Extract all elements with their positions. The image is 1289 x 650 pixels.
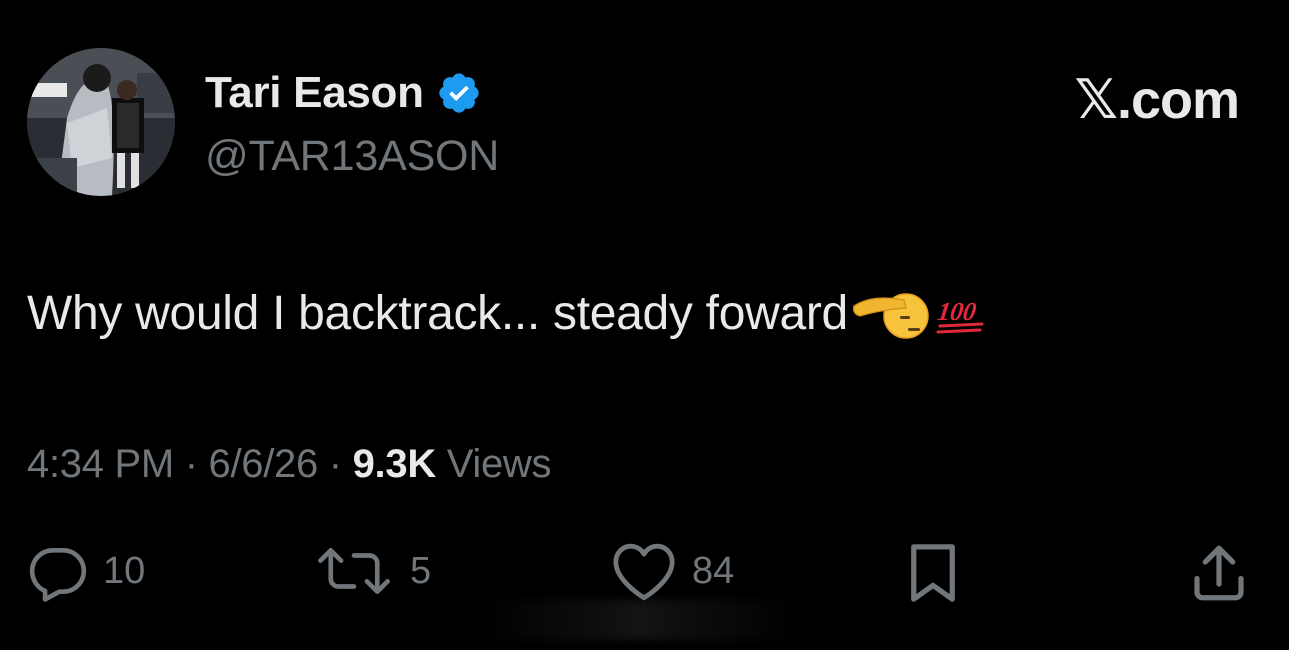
tweet-time[interactable]: 4:34 PM: [27, 442, 174, 486]
blurred-watermark: [480, 600, 800, 640]
heart-icon: [613, 543, 675, 601]
author-handle[interactable]: @TAR13ASON: [205, 132, 499, 181]
brand-watermark: 𝕏.com: [1074, 70, 1240, 130]
bookmark-button[interactable]: [900, 540, 966, 606]
separator-dot: ·: [173, 442, 209, 486]
hundred-points-emoji-icon: 100: [936, 297, 984, 333]
author-name[interactable]: Tari Eason: [205, 68, 424, 118]
like-count: 84: [692, 549, 735, 592]
tweet-metadata: 4:34 PM · 6/6/26 · 9.3K Views: [27, 442, 552, 487]
like-button[interactable]: 84: [610, 540, 734, 602]
tweet-date[interactable]: 6/6/26: [209, 442, 319, 486]
author-avatar[interactable]: [27, 48, 175, 196]
reply-icon: [29, 548, 87, 602]
share-button[interactable]: [1186, 540, 1252, 606]
saluting-face-emoji-icon: [852, 292, 929, 339]
repost-count: 5: [410, 549, 432, 592]
tweet-body: Why would I backtrack... steady foward: [27, 287, 848, 340]
hundred-points-text: 100: [936, 297, 978, 326]
verified-badge-icon: [436, 70, 482, 116]
repost-button[interactable]: 5: [312, 540, 431, 602]
views-label: Views: [435, 442, 552, 486]
reply-count: 10: [103, 549, 146, 592]
bookmark-icon: [911, 544, 955, 602]
views-count: 9.3K: [352, 442, 437, 486]
tweet-text: Why would I backtrack... steady foward 1…: [27, 286, 990, 341]
share-icon: [1194, 545, 1244, 601]
author-name-row: Tari Eason: [205, 68, 482, 118]
reply-button[interactable]: 10: [27, 540, 145, 602]
separator-dot: ·: [317, 442, 353, 486]
avatar-photo: [27, 48, 175, 196]
repost-icon: [318, 548, 390, 594]
